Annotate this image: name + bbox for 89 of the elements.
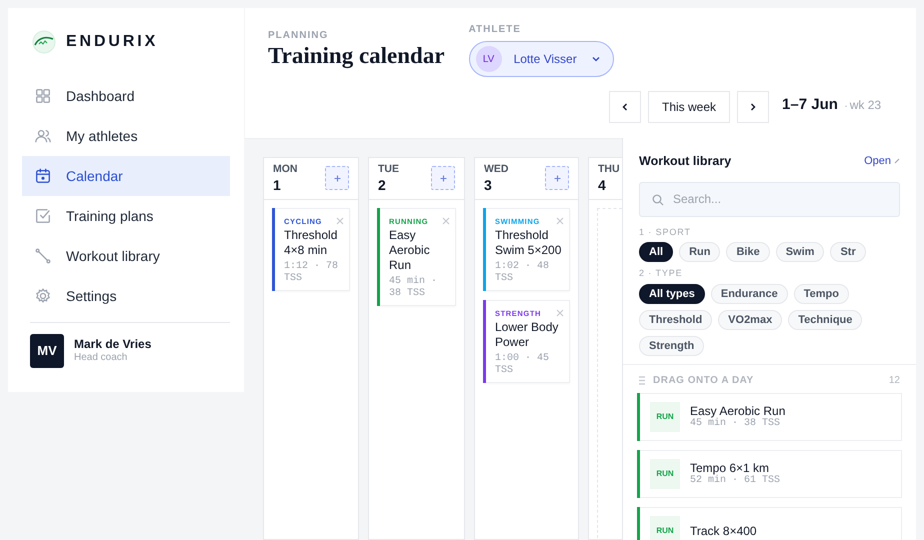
workout-title: Track 8×400 xyxy=(690,524,757,538)
workout-title: Easy Aerobic Run xyxy=(389,228,431,273)
dumbbell-icon xyxy=(34,247,52,265)
workout-title: Threshold 4×8 min xyxy=(284,228,338,258)
grid-icon xyxy=(34,87,52,105)
workout-meta: 1:02 · 48 TSS xyxy=(495,260,550,285)
filter-chip[interactable]: Bike xyxy=(726,242,770,262)
filter-chip[interactable]: Threshold xyxy=(639,310,712,330)
calendar-icon xyxy=(34,167,52,185)
separator-dot: · xyxy=(844,101,848,112)
filter-label: 2 · TYPE xyxy=(639,267,684,280)
page-eyebrow: PLANNING xyxy=(268,29,330,43)
user-name: Mark de Vries xyxy=(74,337,152,352)
close-icon[interactable] xyxy=(336,216,344,224)
athlete-selector[interactable]: LV Lotte Visser xyxy=(468,41,614,77)
user-avatar: MV xyxy=(30,334,64,368)
filter-chip[interactable]: All types xyxy=(639,284,705,304)
list-heading: DRAG ONTO A DAY xyxy=(653,374,754,388)
workout-meta: 45 min · 38 TSS xyxy=(389,276,438,300)
library-workout-card[interactable]: RUN Track 8×400 xyxy=(640,506,902,540)
drag-handle-icon xyxy=(639,376,645,385)
filter-chip[interactable]: Tempo xyxy=(794,284,849,304)
workout-title: Tempo 6×1 km xyxy=(690,460,770,475)
nav-item[interactable]: Settings xyxy=(22,276,230,316)
workout-title: Easy Aerobic Run xyxy=(690,404,786,418)
workout-title: Threshold Swim 5×200 xyxy=(495,228,562,258)
search-field[interactable]: Search... xyxy=(639,182,900,217)
workout-count: 12 xyxy=(888,374,900,388)
plus-icon xyxy=(334,174,340,182)
day-number: 2 xyxy=(378,178,387,192)
logo-icon xyxy=(32,30,56,54)
page-title: Training calendar xyxy=(268,43,445,69)
users-icon xyxy=(34,127,52,145)
next-week-button[interactable] xyxy=(737,91,770,123)
close-icon[interactable] xyxy=(442,216,450,224)
chevron-left-icon xyxy=(620,102,630,112)
close-icon[interactable] xyxy=(556,216,564,224)
weekday-label: WED xyxy=(484,164,508,174)
week-number: wk 23 xyxy=(850,97,882,114)
workout-meta: 52 min · 61 TSS xyxy=(690,474,780,487)
chevron-down-icon xyxy=(590,54,601,64)
filter-chip[interactable]: Str xyxy=(830,242,866,262)
nav-item[interactable]: Calendar xyxy=(22,156,230,196)
open-link[interactable]: Open xyxy=(864,153,900,170)
day-number: 4 xyxy=(598,178,607,192)
previous-week-button[interactable] xyxy=(609,91,641,123)
athlete-name: Lotte Visser xyxy=(514,51,577,68)
nav-item[interactable]: My athletes xyxy=(22,116,230,156)
library-workout-card[interactable]: RUN Tempo 6×1 km 52 min · 61 TSS xyxy=(640,450,902,498)
filter-chip[interactable]: Strength xyxy=(639,336,704,356)
add-workout-button[interactable] xyxy=(431,166,455,190)
panel-title: Workout library xyxy=(639,153,732,170)
day-number: 1 xyxy=(273,178,282,192)
nav-item[interactable]: Training plans xyxy=(22,196,230,236)
athlete-avatar: LV xyxy=(476,46,502,72)
day-number: 3 xyxy=(484,178,493,192)
library-workout-card[interactable]: RUN Easy Aerobic Run 45 min · 38 TSS xyxy=(640,392,902,441)
filter-chip[interactable]: Technique xyxy=(788,310,862,330)
user-role: Head coach xyxy=(74,352,128,365)
nav-item[interactable]: Dashboard xyxy=(22,76,230,116)
brand-name: ENDURIX xyxy=(66,32,158,52)
plus-icon xyxy=(440,174,446,182)
close-icon[interactable] xyxy=(556,308,564,317)
filter-chip[interactable]: VO2max xyxy=(718,310,782,330)
workout-meta: 1:00 · 45 TSS xyxy=(495,353,550,377)
weekday-label: TUE xyxy=(378,164,399,174)
this-week-button[interactable]: This week xyxy=(648,91,730,123)
filter-chip[interactable]: Swim xyxy=(776,242,824,262)
checkbox-icon xyxy=(34,207,52,225)
sport-badge: RUN xyxy=(650,402,680,432)
plus-icon xyxy=(554,174,560,182)
settings-icon xyxy=(34,287,52,305)
athlete-label: ATHLETE xyxy=(468,23,522,37)
filter-label: 1 · SPORT xyxy=(639,226,692,239)
sport-badge: RUN xyxy=(650,458,680,489)
weekday-label: THU xyxy=(598,164,620,174)
filter-chip[interactable]: Endurance xyxy=(710,284,788,304)
sport-badge: RUN xyxy=(650,516,680,540)
workout-title: Lower Body Power xyxy=(495,320,560,350)
add-workout-button[interactable] xyxy=(325,166,349,190)
weekday-label: MON xyxy=(273,164,298,174)
filter-chip[interactable]: All xyxy=(639,242,674,262)
nav-item[interactable]: Workout library xyxy=(22,236,230,276)
workout-meta: 1:12 · 78 TSS xyxy=(284,260,340,285)
search-icon xyxy=(652,194,664,206)
filter-chip[interactable]: Run xyxy=(679,242,720,262)
add-workout-button[interactable] xyxy=(545,166,569,190)
week-range: 1–7 Jun xyxy=(782,96,838,113)
workout-meta: 45 min · 38 TSS xyxy=(690,418,782,430)
